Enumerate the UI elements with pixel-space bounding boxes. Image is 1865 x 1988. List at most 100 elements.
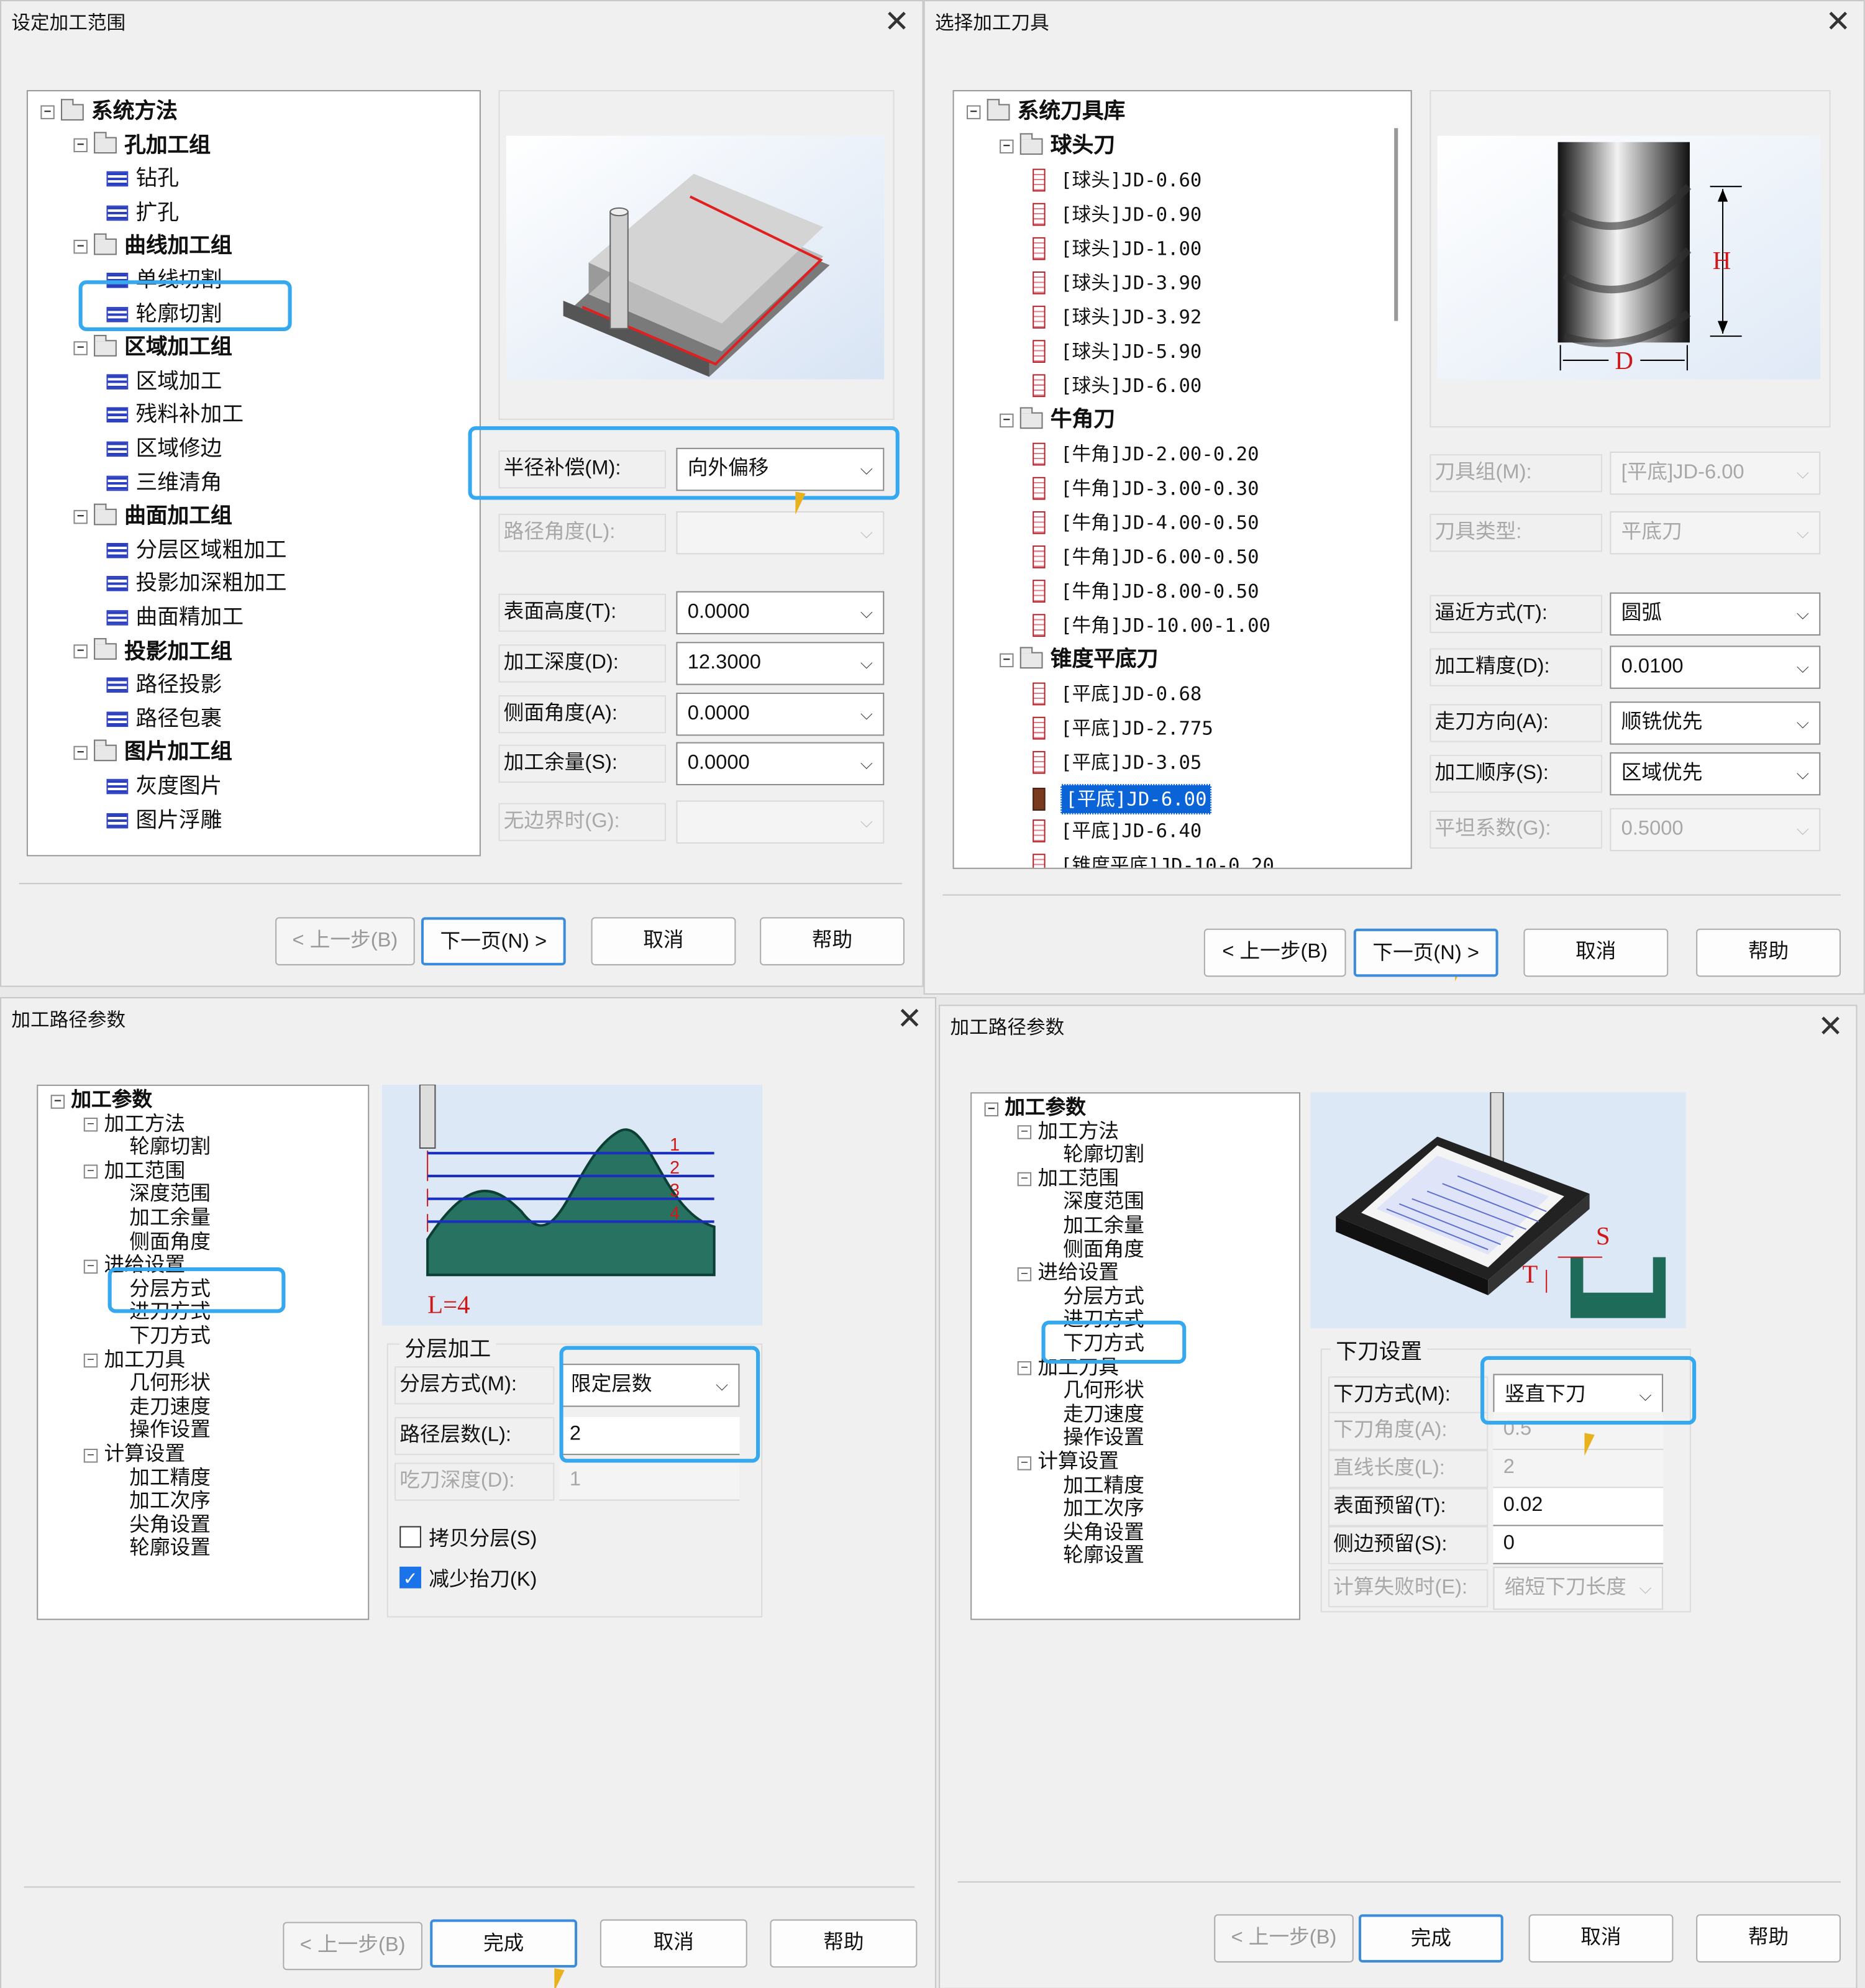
checkbox[interactable] xyxy=(399,1525,421,1548)
checkbox-row[interactable]: 拷贝分层(S) xyxy=(399,1521,537,1551)
chevron-down-icon[interactable]: ⌵ xyxy=(1797,754,1809,794)
cancel-button[interactable]: 取消 xyxy=(600,1919,747,1968)
tree-folder[interactable]: − 系统刀具库 xyxy=(967,98,1125,124)
field-combobox[interactable]: 竖直下刀 ⌵ xyxy=(1493,1374,1664,1417)
tree-item[interactable]: [球头]JD-3.90 xyxy=(1033,270,1202,296)
tree-item[interactable]: 路径投影 xyxy=(106,673,222,698)
cancel-button[interactable]: 取消 xyxy=(591,917,736,965)
tree-item[interactable]: [平底]JD-6.40 xyxy=(1033,818,1202,844)
prev-button[interactable]: < 上一步(B) xyxy=(283,1922,422,1971)
tree-item[interactable]: 轮廓设置 xyxy=(129,1537,211,1562)
tree-item[interactable]: 进刀方式 xyxy=(129,1301,211,1326)
cancel-button[interactable]: 取消 xyxy=(1528,1914,1674,1963)
collapse-icon[interactable]: − xyxy=(83,1118,98,1132)
tree-item[interactable]: 轮廓切割 xyxy=(129,1136,211,1161)
tree-item[interactable]: 钻孔 xyxy=(106,166,179,192)
tree-item[interactable]: 投影加深粗加工 xyxy=(106,572,286,597)
tree-item[interactable]: 曲面精加工 xyxy=(106,605,244,631)
help-button[interactable]: 帮助 xyxy=(770,1919,918,1968)
collapse-icon[interactable]: − xyxy=(1017,1125,1032,1139)
prev-button[interactable]: < 上一步(B) xyxy=(275,917,415,965)
tree-item[interactable]: 尖角设置 xyxy=(1063,1521,1144,1546)
field-input[interactable]: 2 xyxy=(559,1416,740,1456)
tree-item[interactable]: 加工余量 xyxy=(1063,1214,1144,1239)
collapse-icon[interactable]: − xyxy=(73,644,88,659)
chevron-down-icon[interactable]: ⌵ xyxy=(860,744,873,784)
tree-item[interactable]: 几何形状 xyxy=(1063,1379,1144,1405)
collapse-icon[interactable]: − xyxy=(1000,652,1014,667)
collapse-icon[interactable]: − xyxy=(40,104,55,119)
tree-item[interactable]: − 加工范围 xyxy=(1017,1167,1119,1192)
tree-scrollbar[interactable] xyxy=(1394,128,1398,321)
tree-item[interactable]: 分层方式 xyxy=(1063,1285,1144,1310)
chevron-down-icon[interactable]: ⌵ xyxy=(1797,703,1809,743)
tree-item[interactable]: − 加工参数 xyxy=(984,1096,1086,1121)
tree-item[interactable]: 灰度图片 xyxy=(106,774,222,800)
collapse-icon[interactable]: − xyxy=(1017,1172,1032,1187)
tree-item[interactable]: 尖角设置 xyxy=(129,1513,211,1539)
param-tree[interactable]: − 加工参数 − 加工方法 轮廓切割 − 加工范围 深度范围 加工余量 侧面角度 − 进给设置 分层方式… xyxy=(970,1092,1301,1620)
tree-item[interactable]: [球头]JD-6.00 xyxy=(1033,373,1202,398)
tree-item[interactable]: 加工精度 xyxy=(1063,1474,1144,1499)
collapse-icon[interactable]: − xyxy=(73,340,88,355)
chevron-down-icon[interactable]: ⌵ xyxy=(860,593,873,633)
tree-item[interactable]: 走刀速度 xyxy=(129,1395,211,1421)
field-combobox[interactable]: 12.3000 ⌵ xyxy=(676,642,885,685)
tree-item[interactable]: [平底]JD-3.05 xyxy=(1033,750,1202,775)
tree-item[interactable]: [平底]JD-2.775 xyxy=(1033,716,1213,741)
field-combobox[interactable]: 0.0100 ⌵ xyxy=(1610,645,1821,689)
tree-item[interactable]: 图片浮雕 xyxy=(106,808,222,833)
close-icon[interactable]: ✕ xyxy=(884,4,910,40)
tree-item[interactable]: [球头]JD-5.90 xyxy=(1033,339,1202,364)
field-input[interactable]: 0.02 xyxy=(1493,1488,1664,1526)
collapse-icon[interactable]: − xyxy=(73,509,88,524)
chevron-down-icon[interactable]: ⌵ xyxy=(860,449,873,490)
field-combobox[interactable]: 0.0000 ⌵ xyxy=(676,742,885,785)
field-combobox[interactable]: 0.0000 ⌵ xyxy=(676,692,885,736)
tree-item[interactable]: 分层区域粗加工 xyxy=(106,537,286,563)
tree-folder[interactable]: − 投影加工组 xyxy=(73,638,232,664)
tree-item[interactable]: [平底]JD-6.00 xyxy=(1033,783,1212,814)
tree-item[interactable]: 侧面角度 xyxy=(129,1230,211,1256)
close-icon[interactable]: ✕ xyxy=(1825,4,1851,40)
tree-item[interactable]: 加工精度 xyxy=(129,1466,211,1492)
tree-item[interactable]: 区域修边 xyxy=(106,436,222,462)
tool-library-tree[interactable]: − 系统刀具库 − 球头刀 [球头]JD-0.60 [球头]JD-0.90 [球头]JD-1… xyxy=(952,89,1412,869)
tree-item[interactable]: − 加工刀具 xyxy=(83,1348,185,1374)
tree-item[interactable]: 加工次序 xyxy=(1063,1497,1144,1523)
chevron-down-icon[interactable]: ⌵ xyxy=(1797,647,1809,687)
tree-item[interactable]: − 进给设置 xyxy=(1017,1261,1119,1287)
tree-item[interactable]: 轮廓切割 xyxy=(1063,1143,1144,1169)
tree-item[interactable]: 进刀方式 xyxy=(1063,1308,1144,1334)
collapse-icon[interactable]: − xyxy=(83,1354,98,1368)
param-tree[interactable]: − 加工参数 − 加工方法 轮廓切割 − 加工范围 深度范围 加工余量 侧面角度 − 进给设置 分层方式… xyxy=(37,1084,370,1620)
tree-item[interactable]: 走刀速度 xyxy=(1063,1403,1144,1428)
tree-item[interactable]: − 计算设置 xyxy=(1017,1450,1119,1475)
collapse-icon[interactable]: − xyxy=(967,104,981,119)
close-icon[interactable]: ✕ xyxy=(896,1001,922,1037)
tree-item[interactable]: 加工余量 xyxy=(129,1206,211,1232)
tree-item[interactable]: [球头]JD-0.60 xyxy=(1033,168,1202,193)
tree-item[interactable]: [球头]JD-3.92 xyxy=(1033,304,1202,330)
collapse-icon[interactable]: − xyxy=(83,1259,98,1274)
tree-item[interactable]: 侧面角度 xyxy=(1063,1238,1144,1263)
tree-item[interactable]: 下刀方式 xyxy=(1063,1332,1144,1357)
collapse-icon[interactable]: − xyxy=(50,1094,65,1108)
tree-item[interactable]: [球头]JD-1.00 xyxy=(1033,236,1202,262)
tree-item[interactable]: [平底]JD-0.68 xyxy=(1033,682,1202,707)
collapse-icon[interactable]: − xyxy=(83,1165,98,1179)
chevron-down-icon[interactable]: ⌵ xyxy=(860,643,873,683)
field-combobox[interactable]: 向外偏移 ⌵ xyxy=(676,447,885,491)
tree-folder[interactable]: − 锥度平底刀 xyxy=(1000,646,1158,672)
tree-item[interactable]: 路径包裹 xyxy=(106,706,222,732)
tree-item[interactable]: 轮廓设置 xyxy=(1063,1544,1144,1570)
collapse-icon[interactable]: − xyxy=(1000,139,1014,153)
method-tree[interactable]: − 系统方法 − 孔加工组 钻孔 扩孔 − 曲线加工组 单线切割 轮廓切割 − 区域加工组 区域加工 残料… xyxy=(26,89,481,857)
chevron-down-icon[interactable]: ⌵ xyxy=(860,694,873,734)
prev-button[interactable]: < 上一步(B) xyxy=(1214,1914,1354,1963)
tree-item[interactable]: [牛角]JD-8.00-0.50 xyxy=(1033,578,1259,604)
collapse-icon[interactable]: − xyxy=(73,138,88,153)
tree-item[interactable]: [球头]JD-0.90 xyxy=(1033,202,1202,227)
chevron-down-icon[interactable]: ⌵ xyxy=(1797,594,1809,634)
prev-button[interactable]: < 上一步(B) xyxy=(1203,928,1346,977)
